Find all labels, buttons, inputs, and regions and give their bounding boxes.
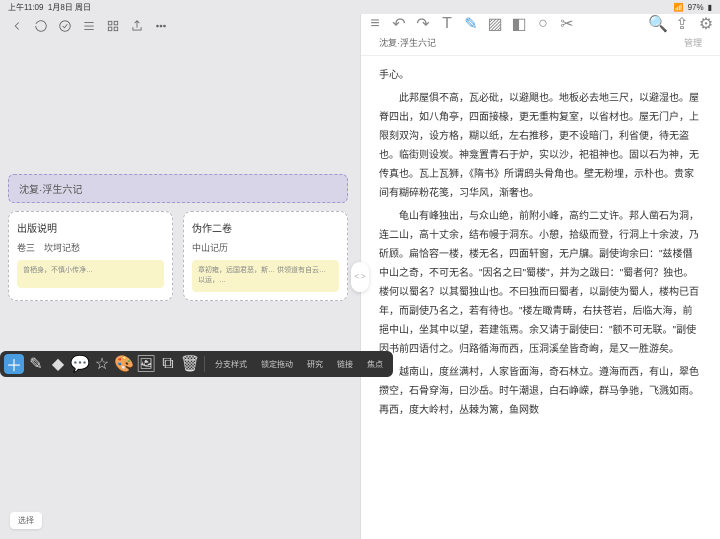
wifi-icon: 📶	[674, 3, 684, 12]
back-icon[interactable]	[10, 19, 24, 33]
sticky-note[interactable]: 曾栖身，不慎小传净…	[17, 260, 164, 288]
copy-icon[interactable]: ⧉	[158, 354, 178, 374]
edit-icon[interactable]: ✎	[26, 354, 46, 374]
pane-resize-handle[interactable]: < >	[351, 262, 369, 292]
battery-pct: 97%	[688, 3, 704, 12]
image-icon[interactable]: 🖼	[136, 354, 156, 374]
search-icon[interactable]: 🔍	[652, 18, 664, 30]
root-node[interactable]: 沈复·浮生六记	[8, 174, 348, 203]
tag-icon[interactable]: ◆	[48, 354, 68, 374]
card-sub: 中山记历	[192, 241, 339, 254]
research-button[interactable]: 研究	[301, 359, 329, 370]
list-icon[interactable]	[82, 19, 96, 33]
menu-icon[interactable]: ≡	[369, 18, 381, 30]
refresh-icon[interactable]	[34, 19, 48, 33]
card-fake[interactable]: 伪作二卷 中山记历 章初雍，远国君恶，斯… 供领道有自云… 以运，…	[183, 211, 348, 301]
more-icon[interactable]	[154, 19, 168, 33]
clip-icon[interactable]: ✂	[561, 18, 573, 30]
select-button[interactable]: 选择	[10, 512, 42, 529]
undo-icon[interactable]: ↶	[393, 18, 405, 30]
link-button[interactable]: 链接	[331, 359, 359, 370]
share-icon[interactable]	[130, 19, 144, 33]
doc-title: 沈复·浮生六记	[379, 36, 436, 49]
comment-icon[interactable]: 💬	[70, 354, 90, 374]
trash-icon[interactable]: 🗑	[180, 354, 200, 374]
settings-icon[interactable]: ⚙	[700, 18, 712, 30]
lock-drag-button[interactable]: 锁定拖动	[255, 359, 299, 370]
export-icon[interactable]: ⇪	[676, 18, 688, 30]
text-icon[interactable]: T	[441, 18, 453, 30]
status-time: 上午11:09	[8, 3, 43, 12]
paragraph: 龟山有峰独出，与众山绝，前附小峰，高约二丈许。邦人凿石为洞，连二山，高十丈余，结…	[379, 207, 702, 359]
paragraph: 手心。	[379, 66, 702, 85]
manage-link[interactable]: 管理	[684, 36, 702, 49]
sticky-note[interactable]: 章初雍，远国君恶，斯… 供领道有自云… 以运，…	[192, 260, 339, 292]
focus-button[interactable]: 焦点	[361, 359, 389, 370]
paragraph: 越南山，度丝满村，人家皆面海，奇石林立。遵海而西，有山，翠色攒空，石骨穿海，曰沙…	[379, 363, 702, 420]
status-date: 1月8日 周日	[48, 3, 91, 12]
card-publish[interactable]: 出版说明 卷三 坎坷记愁 曾栖身，不慎小传净…	[8, 211, 173, 301]
star-icon[interactable]: ☆	[92, 354, 112, 374]
add-button[interactable]: ＋	[4, 354, 24, 374]
redo-icon[interactable]: ↷	[417, 18, 429, 30]
edit-toolbar: ＋ ✎ ◆ 💬 ☆ 🎨 🖼 ⧉ 🗑 分支样式 锁定拖动 研究 链接 焦点	[0, 351, 393, 377]
card-title: 伪作二卷	[192, 220, 339, 235]
pen-icon[interactable]: ✎	[465, 18, 477, 30]
palette-icon[interactable]: 🎨	[114, 354, 134, 374]
branch-style-button[interactable]: 分支样式	[209, 359, 253, 370]
document-body[interactable]: 手心。 此邦屋俱不高，瓦必砒，以避飓也。地板必去地三尺，以避湿也。屋脊四出，如八…	[361, 56, 720, 539]
shape-icon[interactable]: ○	[537, 18, 549, 30]
paragraph: 此邦屋俱不高，瓦必砒，以避飓也。地板必去地三尺，以避湿也。屋脊四出，如八角亭，四…	[379, 89, 702, 203]
check-icon[interactable]	[58, 19, 72, 33]
grid-icon[interactable]	[106, 19, 120, 33]
battery-icon: ▮	[708, 3, 712, 12]
highlight-icon[interactable]: ▨	[489, 18, 501, 30]
card-title: 出版说明	[17, 220, 164, 235]
eraser-icon[interactable]: ◧	[513, 18, 525, 30]
card-sub: 卷三 坎坷记愁	[17, 241, 164, 254]
